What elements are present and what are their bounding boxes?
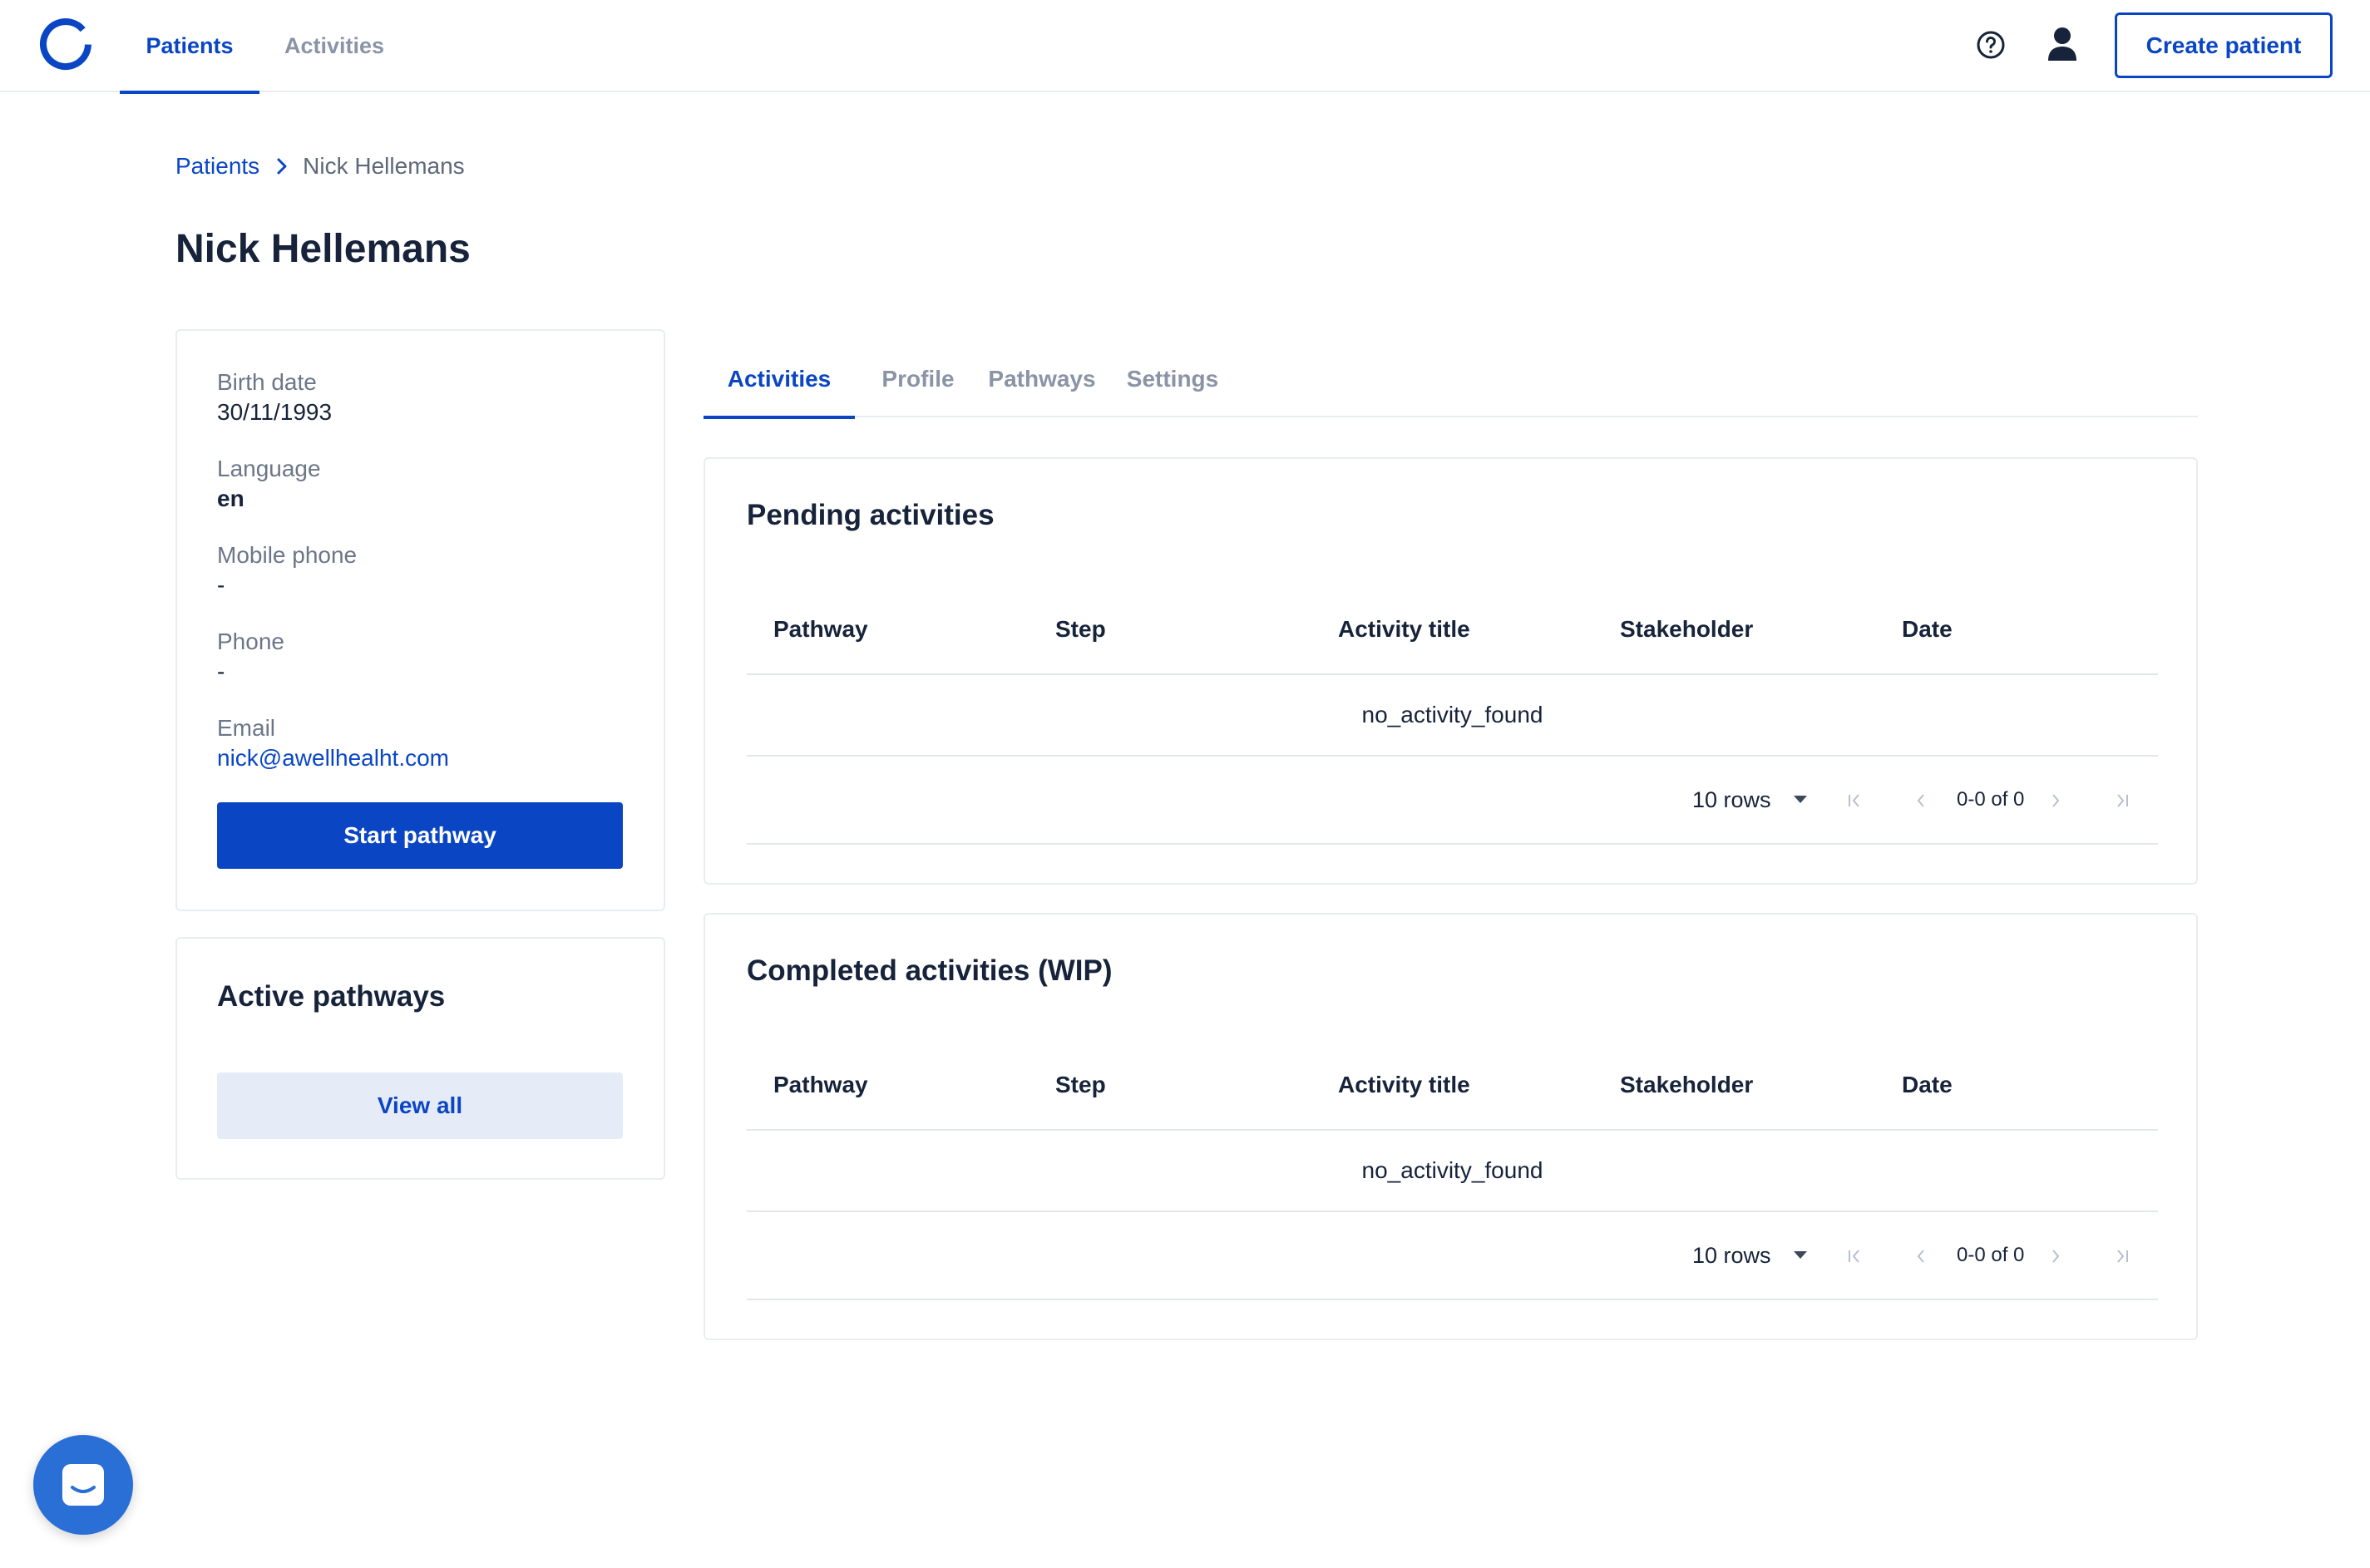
caret-down-icon — [1793, 1251, 1807, 1259]
completed-activities-title: Completed activities (WIP) — [747, 954, 1113, 987]
previous-page-icon[interactable] — [1912, 1247, 1930, 1265]
mobile-phone-label: Mobile phone — [217, 542, 358, 568]
rows-per-page-value: 10 rows — [1692, 1242, 1771, 1268]
phone-value: - — [217, 658, 225, 684]
nav-tab-patients-label: Patients — [146, 33, 234, 58]
previous-page-icon[interactable] — [1912, 791, 1930, 810]
pending-activities-panel: Pending activities Pathway Step Activity… — [704, 457, 2198, 885]
empty-state-row: no_activity_found — [747, 1131, 2158, 1212]
language-label: Language — [217, 456, 321, 481]
empty-state-row: no_activity_found — [747, 675, 2158, 757]
page-title: Nick Hellemans — [175, 227, 471, 271]
page-range: 0-0 of 0 — [1957, 1244, 2025, 1266]
create-patient-button[interactable]: Create patient — [2115, 12, 2333, 78]
column-header-date[interactable]: Date — [1902, 584, 1953, 675]
start-pathway-button[interactable]: Start pathway — [217, 802, 623, 869]
tab-profile[interactable]: Profile — [870, 341, 966, 417]
empty-state-text: no_activity_found — [1361, 1157, 1543, 1183]
tab-profile-label: Profile — [881, 366, 955, 392]
chat-launcher-button[interactable] — [33, 1435, 133, 1535]
breadcrumb-patients-link[interactable]: Patients — [175, 153, 259, 180]
column-header-activity-title[interactable]: Activity title — [1338, 1039, 1470, 1131]
next-page-icon[interactable] — [2047, 1247, 2065, 1265]
caret-down-icon — [1793, 796, 1807, 803]
last-page-icon[interactable] — [2113, 791, 2131, 810]
view-all-button[interactable]: View all — [217, 1072, 623, 1139]
active-pathways-card: Active pathways View all — [175, 937, 665, 1180]
mobile-phone-value: - — [217, 572, 225, 598]
completed-activities-panel: Completed activities (WIP) Pathway Step … — [704, 913, 2198, 1340]
tab-pathways-label: Pathways — [988, 366, 1096, 392]
page-range: 0-0 of 0 — [1957, 788, 2025, 811]
first-page-icon[interactable] — [1845, 1247, 1864, 1265]
breadcrumb-current: Nick Hellemans — [303, 153, 465, 179]
nav-tab-activities[interactable]: Activities — [274, 0, 394, 92]
rows-per-page-select[interactable]: 10 rows — [1692, 757, 1808, 843]
first-page-icon[interactable] — [1845, 791, 1864, 810]
rows-per-page-value: 10 rows — [1692, 786, 1771, 812]
birth-date-label: Birth date — [217, 369, 317, 395]
chat-icon — [62, 1464, 104, 1506]
active-pathways-title: Active pathways — [217, 980, 446, 1013]
column-header-step[interactable]: Step — [1055, 1039, 1106, 1131]
tab-activities-label: Activities — [727, 366, 832, 392]
breadcrumb: Patients Nick Hellemans — [175, 151, 465, 181]
last-page-icon[interactable] — [2113, 1247, 2131, 1265]
logo-icon[interactable] — [37, 15, 95, 73]
table-header: Pathway Step Activity title Stakeholder … — [747, 1039, 2158, 1131]
column-header-pathway[interactable]: Pathway — [773, 1039, 868, 1131]
tab-activities[interactable]: Activities — [704, 341, 855, 419]
nav-tab-activities-label: Activities — [284, 33, 385, 58]
help-icon[interactable] — [1976, 30, 2006, 60]
tab-settings-label: Settings — [1126, 366, 1219, 392]
completed-activities-table: Pathway Step Activity title Stakeholder … — [747, 1039, 2158, 1300]
tab-pathways[interactable]: Pathways — [981, 341, 1103, 417]
empty-state-text: no_activity_found — [1361, 702, 1543, 727]
column-header-step[interactable]: Step — [1055, 584, 1106, 675]
birth-date-value: 30/11/1993 — [217, 399, 333, 425]
nav-tab-patients[interactable]: Patients — [120, 0, 259, 94]
table-header: Pathway Step Activity title Stakeholder … — [747, 584, 2158, 675]
pending-activities-title: Pending activities — [747, 499, 995, 531]
email-label: Email — [217, 715, 276, 741]
column-header-stakeholder[interactable]: Stakeholder — [1620, 1039, 1753, 1131]
email-link[interactable]: nick@awellhealht.com — [217, 745, 449, 772]
phone-label: Phone — [217, 629, 284, 654]
column-header-activity-title[interactable]: Activity title — [1338, 584, 1470, 675]
pagination: 10 rows 0-0 of 0 — [747, 757, 2158, 845]
column-header-pathway[interactable]: Pathway — [773, 584, 868, 675]
chevron-right-icon — [277, 158, 287, 175]
top-navigation-bar: Patients Activities Create patient — [0, 0, 2370, 94]
next-page-icon[interactable] — [2047, 791, 2065, 810]
rows-per-page-select[interactable]: 10 rows — [1692, 1212, 1808, 1299]
pending-activities-table: Pathway Step Activity title Stakeholder … — [747, 584, 2158, 845]
user-icon[interactable] — [2047, 27, 2078, 62]
patient-info-card: Birth date 30/11/1993 Language en Mobile… — [175, 329, 665, 911]
pagination: 10 rows 0-0 of 0 — [747, 1212, 2158, 1300]
column-header-stakeholder[interactable]: Stakeholder — [1620, 584, 1753, 675]
patient-tabs: Activities Profile Pathways Settings — [704, 341, 2198, 419]
language-value: en — [217, 486, 244, 511]
tab-settings[interactable]: Settings — [1118, 341, 1227, 417]
column-header-date[interactable]: Date — [1902, 1039, 1953, 1131]
